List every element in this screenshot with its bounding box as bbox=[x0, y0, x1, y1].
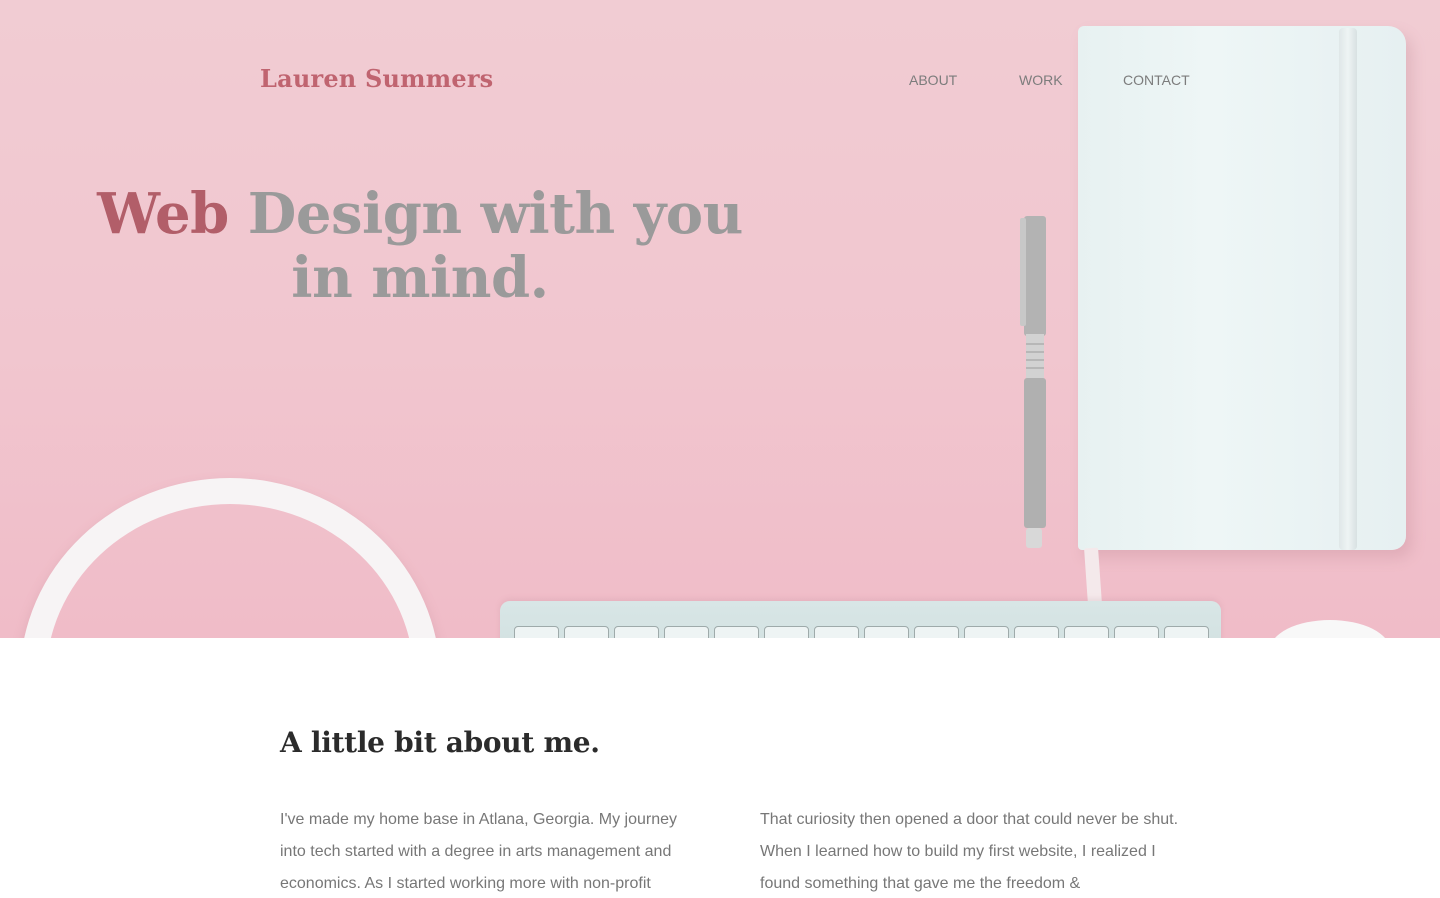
headline-accent: Web bbox=[97, 181, 229, 247]
notebook-band bbox=[1339, 28, 1357, 550]
key bbox=[1064, 626, 1109, 638]
key bbox=[914, 626, 959, 638]
key bbox=[514, 626, 559, 638]
mouse-image bbox=[1270, 620, 1390, 638]
pen-image bbox=[1020, 216, 1046, 548]
nav-contact-link[interactable]: CONTACT bbox=[1123, 72, 1190, 88]
key bbox=[864, 626, 909, 638]
about-paragraph-left: I've made my home base in Atlana, Georgi… bbox=[280, 811, 678, 892]
key bbox=[814, 626, 859, 638]
nav-about-link[interactable]: ABOUT bbox=[909, 72, 957, 88]
about-paragraph-right: That curiosity then opened a door that c… bbox=[760, 811, 1179, 892]
nav-work-link[interactable]: WORK bbox=[1019, 72, 1063, 88]
key bbox=[664, 626, 709, 638]
key bbox=[964, 626, 1009, 638]
key bbox=[1114, 626, 1159, 638]
key bbox=[1164, 626, 1209, 638]
key bbox=[764, 626, 809, 638]
key bbox=[614, 626, 659, 638]
headphones-image bbox=[20, 478, 440, 638]
keyboard-image bbox=[500, 601, 1221, 638]
key bbox=[714, 626, 759, 638]
main-nav: ABOUT WORK CONTACT bbox=[0, 72, 1440, 92]
about-title: A little bit about me. bbox=[280, 726, 600, 759]
hero-headline: Web Design with you in mind. bbox=[80, 182, 760, 310]
notebook-ribbon bbox=[1084, 547, 1102, 605]
key bbox=[1014, 626, 1059, 638]
headline-rest: Design with you in mind. bbox=[247, 181, 744, 311]
hero-section: Lauren Summers ABOUT WORK CONTACT Web De… bbox=[0, 0, 1440, 638]
key bbox=[564, 626, 609, 638]
keyboard-keys bbox=[514, 626, 1214, 638]
